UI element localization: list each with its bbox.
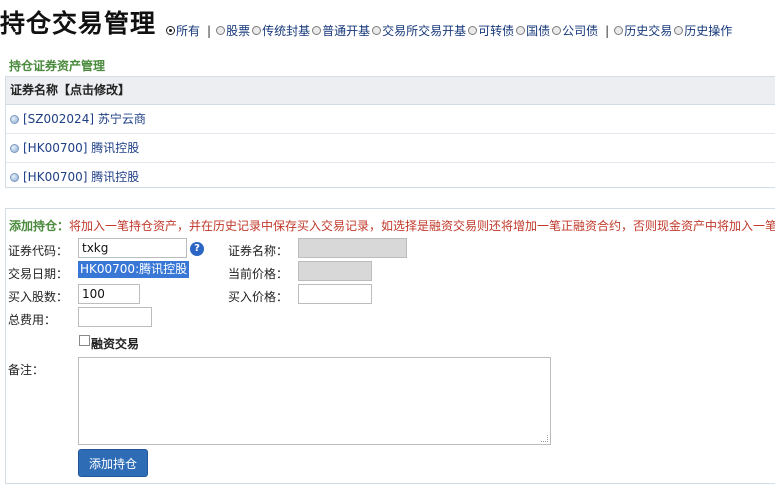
shares-input[interactable]: [78, 284, 140, 304]
add-holding-note: 将加入一笔持仓资产，并在历史记录中保存买入交易记录，如选择是融资交易则还将增加一…: [69, 219, 775, 233]
remark-label: 备注：: [8, 363, 45, 377]
filter-option[interactable]: 所有: [166, 22, 200, 39]
margin-trade-label[interactable]: 融资交易: [91, 335, 139, 352]
holdings-section-title: 持仓证券资产管理: [9, 59, 106, 73]
filter-option[interactable]: 交易所交易开基: [372, 22, 466, 39]
filter-label: 交易所交易开基: [382, 24, 467, 38]
radio-icon[interactable]: [468, 26, 478, 35]
holding-label[interactable]: [HK00700] 腾讯控股: [23, 163, 139, 191]
filter-option[interactable]: 国债: [516, 22, 550, 39]
filter-option[interactable]: 股票: [216, 22, 250, 39]
current-price-label: 当前价格：: [228, 267, 289, 281]
holding-label[interactable]: [SZ002024] 苏宁云商: [23, 105, 146, 133]
radio-icon[interactable]: [372, 26, 382, 35]
holding-label[interactable]: [HK00700] 腾讯控股: [23, 134, 139, 162]
radio-icon[interactable]: [674, 26, 684, 35]
filter-label: 传统封基: [262, 24, 311, 38]
help-icon[interactable]: ?: [190, 242, 204, 256]
date-label: 交易日期：: [8, 267, 69, 281]
filter-option[interactable]: 历史交易: [614, 22, 672, 39]
fee-label: 总费用：: [8, 313, 57, 327]
security-name-field: [298, 238, 407, 258]
security-name-label: 证券名称：: [228, 244, 289, 258]
filter-label: 普通开基: [322, 24, 371, 38]
bullet-icon: [10, 114, 19, 124]
code-suggestion-item[interactable]: HK00700:腾讯控股: [78, 261, 190, 278]
radio-icon[interactable]: [312, 26, 322, 35]
code-input[interactable]: [78, 238, 187, 258]
current-price-field: [298, 261, 372, 281]
filter-option[interactable]: 传统封基: [252, 22, 310, 39]
filter-label: 股票: [226, 24, 251, 38]
holdings-table: 证券名称【点击修改】 [SZ002024] 苏宁云商 [HK00700] 腾讯控股…: [5, 76, 775, 188]
shares-label: 买入股数：: [8, 290, 69, 304]
buy-price-input[interactable]: [298, 284, 372, 304]
filter-label: 公司债: [562, 24, 599, 38]
filter-label: 可转债: [478, 24, 515, 38]
bullet-icon: [10, 143, 19, 153]
radio-icon[interactable]: [614, 26, 624, 35]
holding-row[interactable]: [HK00700] 腾讯控股: [6, 134, 775, 163]
radio-icon[interactable]: [216, 26, 226, 35]
remark-textarea[interactable]: [78, 357, 551, 445]
fee-input[interactable]: [78, 307, 152, 327]
radio-icon[interactable]: [516, 26, 526, 35]
filter-separator: |: [605, 24, 610, 38]
add-holding-label: 添加持仓：: [9, 219, 70, 233]
filter-label: 历史操作: [684, 24, 733, 38]
code-label: 证券代码：: [8, 244, 69, 258]
radio-icon[interactable]: [252, 26, 262, 35]
filter-label: 历史交易: [624, 24, 673, 38]
asset-filter-bar: 所有 | 股票 传统封基 普通开基 交易所交易开基 可转债 国债 公司债 | 历史交易 历史操作: [166, 22, 734, 39]
radio-icon[interactable]: [552, 26, 562, 35]
filter-separator: |: [207, 24, 212, 38]
filter-option[interactable]: 普通开基: [312, 22, 370, 39]
holding-row[interactable]: [SZ002024] 苏宁云商: [6, 105, 775, 134]
radio-icon[interactable]: [166, 26, 175, 35]
buy-price-label: 买入价格：: [228, 290, 289, 304]
page-title: 持仓交易管理: [0, 9, 157, 38]
bullet-icon: [10, 172, 19, 182]
filter-option[interactable]: 可转债: [468, 22, 514, 39]
holdings-column-header: 证券名称【点击修改】: [6, 77, 775, 105]
resize-grip-icon[interactable]: [541, 435, 548, 442]
filter-label: 国债: [526, 24, 551, 38]
page-header: 持仓交易管理 所有 | 股票 传统封基 普通开基 交易所交易开基 可转债 国债 公司债 | 历史交易…: [0, 0, 775, 40]
holding-row[interactable]: [HK00700] 腾讯控股: [6, 163, 775, 191]
add-holding-button[interactable]: 添加持仓: [78, 449, 148, 477]
margin-trade-checkbox[interactable]: [79, 335, 90, 346]
add-holding-title: 添加持仓：将加入一笔持仓资产，并在历史记录中保存买入交易记录，如选择是融资交易则…: [9, 217, 775, 234]
filter-label: 所有: [176, 24, 201, 38]
filter-option[interactable]: 公司债: [552, 22, 598, 39]
filter-option[interactable]: 历史操作: [674, 22, 732, 39]
